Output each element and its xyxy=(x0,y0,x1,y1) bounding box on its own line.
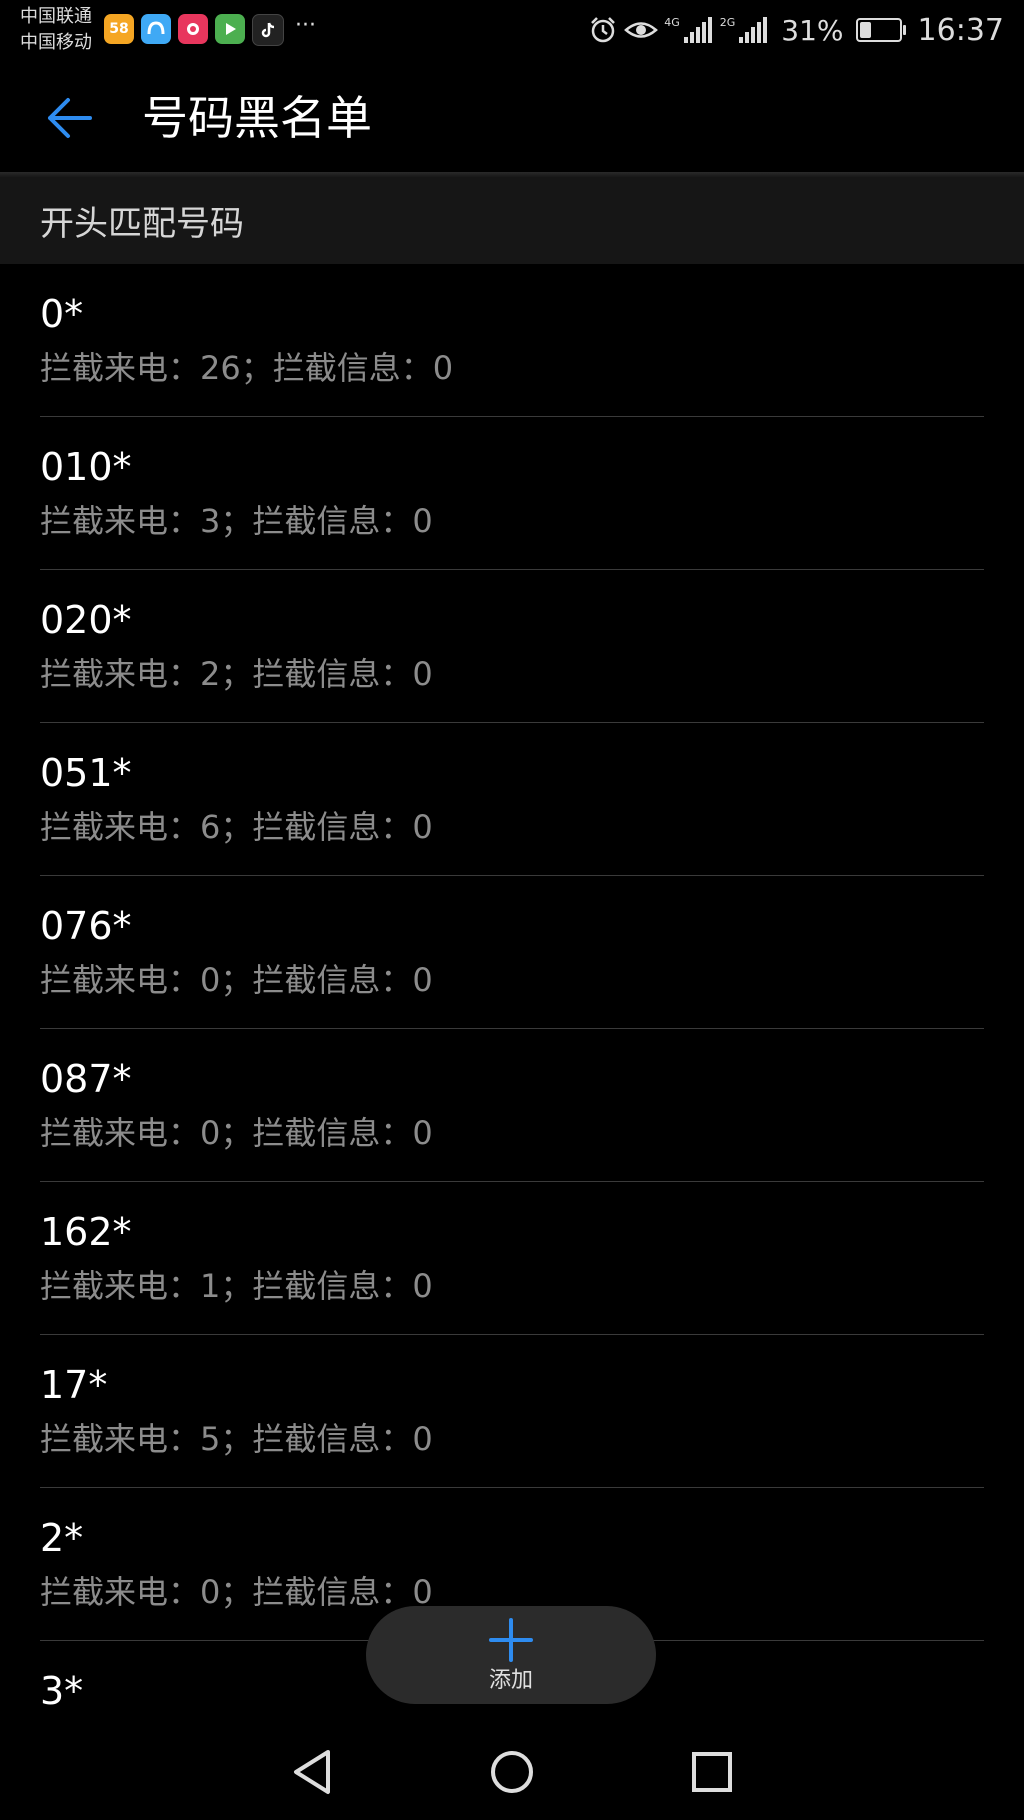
app-bar: 号码黑名单 xyxy=(0,58,1024,176)
list-item[interactable]: 162* 拦截来电：1；拦截信息：0 xyxy=(40,1182,984,1335)
tiktok-icon xyxy=(252,14,284,46)
item-number: 3* xyxy=(40,1669,84,1713)
list-item[interactable]: 010* 拦截来电：3；拦截信息：0 xyxy=(40,417,984,570)
list-item[interactable]: 020* 拦截来电：2；拦截信息：0 xyxy=(40,570,984,723)
item-stats: 拦截来电：5；拦截信息：0 xyxy=(40,1420,433,1458)
signal-4g-icon: 4G xyxy=(664,17,714,43)
item-number: 020* xyxy=(40,598,132,642)
battery-percent: 31% xyxy=(781,13,844,47)
item-number: 2* xyxy=(40,1516,84,1560)
app-58-icon: 58 xyxy=(104,14,134,44)
item-number: 010* xyxy=(40,445,132,489)
carrier-1: 中国联通 xyxy=(20,6,92,27)
item-stats: 拦截来电：6；拦截信息：0 xyxy=(40,808,433,846)
square-recents-icon xyxy=(692,1752,732,1792)
network-4g-label: 4G xyxy=(664,16,680,29)
item-stats: 拦截来电：0；拦截信息：0 xyxy=(40,1114,433,1152)
clock: 16:37 xyxy=(917,12,1004,48)
item-stats: 拦截来电：0；拦截信息：0 xyxy=(40,961,433,999)
notification-icons: 58 ··· xyxy=(104,14,316,46)
navigation-bar xyxy=(0,1722,1024,1820)
item-number: 17* xyxy=(40,1363,108,1407)
list-item[interactable]: 087* 拦截来电：0；拦截信息：0 xyxy=(40,1029,984,1182)
item-stats: 拦截来电：2；拦截信息：0 xyxy=(40,655,433,693)
nav-back-button[interactable] xyxy=(284,1744,340,1800)
item-number: 087* xyxy=(40,1057,132,1101)
nav-recents-button[interactable] xyxy=(684,1744,740,1800)
section-title: 开头匹配号码 xyxy=(40,204,244,244)
network-2g-label: 2G xyxy=(719,16,736,29)
item-stats: 拦截来电：0；拦截信息：0 xyxy=(40,1573,433,1611)
triangle-back-icon xyxy=(294,1750,330,1794)
play-store-icon xyxy=(215,14,245,44)
list-item[interactable]: 076* 拦截来电：0；拦截信息：0 xyxy=(40,876,984,1029)
battery-fill xyxy=(859,22,872,38)
app-red-icon xyxy=(178,14,208,44)
section-header: 开头匹配号码 xyxy=(0,178,1024,264)
add-button[interactable]: 添加 xyxy=(366,1606,656,1704)
item-number: 162* xyxy=(40,1210,132,1254)
item-number: 051* xyxy=(40,751,132,795)
item-stats: 拦截来电：26；拦截信息：0 xyxy=(40,349,454,387)
back-button[interactable] xyxy=(36,88,102,148)
eye-comfort-icon xyxy=(624,22,659,38)
more-notifications-icon: ··· xyxy=(295,13,316,38)
nav-home-button[interactable] xyxy=(484,1744,540,1800)
page-title: 号码黑名单 xyxy=(142,91,372,145)
alarm-icon xyxy=(591,17,616,43)
list-item[interactable]: 17* 拦截来电：5；拦截信息：0 xyxy=(40,1335,984,1488)
item-stats: 拦截来电：3；拦截信息：0 xyxy=(40,502,433,540)
app-blue-icon xyxy=(141,14,171,44)
status-bar: 中国联通 中国移动 58 ··· 4G 2G 31% 16:37 xyxy=(0,0,1024,58)
carrier-2: 中国移动 xyxy=(20,32,92,53)
arrow-back-icon xyxy=(48,98,92,138)
blacklist-list: 0* 拦截来电：26；拦截信息：0 010* 拦截来电：3；拦截信息：0 020… xyxy=(0,264,1024,1741)
status-right: 4G 2G 31% 16:37 xyxy=(588,10,1004,50)
item-number: 076* xyxy=(40,904,132,948)
list-item[interactable]: 051* 拦截来电：6；拦截信息：0 xyxy=(40,723,984,876)
item-number: 0* xyxy=(40,292,84,336)
add-label: 添加 xyxy=(488,1668,533,1693)
plus-icon xyxy=(489,1618,533,1662)
list-item[interactable]: 0* 拦截来电：26；拦截信息：0 xyxy=(40,264,984,417)
item-stats: 拦截来电：1；拦截信息：0 xyxy=(40,1267,433,1305)
carrier-labels: 中国联通 中国移动 xyxy=(20,4,92,56)
signal-2g-icon: 2G xyxy=(720,17,770,43)
circle-home-icon xyxy=(491,1751,533,1793)
battery-icon xyxy=(855,18,906,42)
